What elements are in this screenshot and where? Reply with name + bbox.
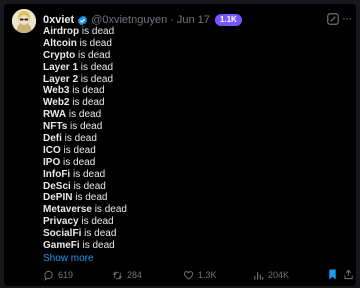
retweet-count: 284 [127,270,143,280]
avatar[interactable] [12,9,36,33]
tweet-line: Altcoin is dead [43,37,112,49]
tweet-date[interactable]: Jun 17 [177,14,210,26]
like-count: 1.3K [198,270,217,280]
author-handle[interactable]: @0xvietnguyen [91,14,167,26]
tweet-line: GameFi is dead [43,240,115,252]
like-icon [183,270,194,280]
badge: 1.1K [214,14,242,26]
tweet-line: IPO is dead [43,156,96,168]
views-count: 204K [268,270,290,280]
tweet-line: InfoFi is dead [43,168,106,180]
tweet-line: Crypto is dead [43,49,111,61]
views-icon [254,271,264,280]
tweet-line: RWA is dead [43,109,102,121]
tweet-line: Metaverse is dead [43,204,127,216]
reply-count: 619 [58,270,74,280]
tweet-card[interactable]: 0xviet @0xvietnguyen · Jun 17 1.1K ··· A… [4,4,356,286]
tweet-line: Web3 is dead [43,85,105,97]
tweet-line: DePIN is dead [43,192,108,204]
tweet-text: Airdrop is dead Altcoin is dead Crypto i… [43,26,343,265]
share-icon[interactable] [343,269,354,280]
action-bar: 619 284 1.3K 204K [43,268,353,282]
views-button[interactable]: 204K [253,268,289,282]
retweet-button[interactable]: 284 [112,268,142,282]
show-more-link[interactable]: Show more [43,253,343,265]
like-button[interactable]: 1.3K [183,268,217,282]
reply-button[interactable]: 619 [43,268,73,282]
tweet-line: Airdrop is dead [43,26,115,37]
author-name[interactable]: 0xviet [43,14,74,26]
tweet-line: Layer 1 is dead [43,61,114,73]
verified-icon [78,14,88,26]
grok-icon[interactable] [326,12,340,26]
tweet-line: ICO is dead [43,144,96,156]
retweet-icon [113,271,122,279]
tweet-line: SocialFi is dead [43,228,117,240]
tweet-line: NFTs is dead [43,121,103,133]
tweet-line: Defi is dead [43,133,97,145]
separator-dot: · [170,14,174,26]
tweet-line: Privacy is dead [43,216,114,228]
tweet-line: DeSci is dead [43,180,106,192]
tweet-line: Layer 2 is dead [43,73,114,85]
bookmark-icon[interactable] [328,269,337,280]
more-icon[interactable]: ··· [342,12,354,25]
reply-icon [44,270,53,281]
tweet-line: Web2 is dead [43,97,105,109]
